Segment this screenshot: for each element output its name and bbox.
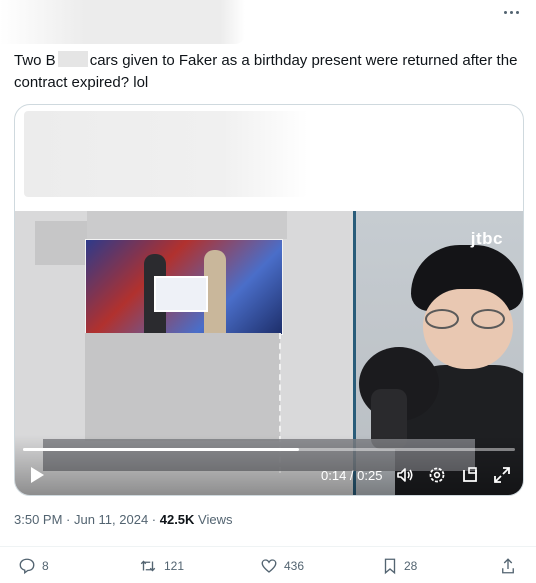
post-meta: 3:50 PM · Jun 11, 2024 · 42.5K Views [14,512,233,527]
timestamp[interactable]: 3:50 PM · Jun 11, 2024 · [14,512,160,527]
glasses [423,309,515,329]
inset-screen [154,276,208,312]
share-icon [502,558,514,574]
repost-count: 121 [164,559,185,573]
like-button[interactable]: 436 [260,557,304,575]
bookmark-button[interactable]: 28 [382,557,417,575]
play-icon[interactable] [27,465,47,485]
more-options-button[interactable] [496,2,526,22]
miniplayer-icon[interactable] [460,465,480,485]
video-player[interactable]: jtbc 0:14 / 0:25 [15,211,523,495]
fullscreen-icon[interactable] [492,465,512,485]
reply-button[interactable]: 8 [18,557,49,575]
video-controls: 0:14 / 0:25 [15,435,523,495]
redacted-word [57,51,88,67]
bookmark-count: 28 [404,559,418,573]
repost-button[interactable]: 121 [138,557,184,575]
more-icon [503,10,507,14]
views-label: Views [194,512,233,527]
settings-icon[interactable] [427,465,447,485]
reply-icon [19,558,35,575]
share-button[interactable] [500,557,522,575]
action-bar: 8 121 436 28 [0,546,536,583]
redacted-middle-area [85,333,280,441]
inset-video-frame [85,239,283,335]
redacted-card-title [24,111,308,197]
tweet-text-start: Two B [14,52,56,69]
redacted-small-area [35,221,87,265]
redacted-author-header [0,0,245,44]
views-count: 42.5K [159,512,195,527]
media-card: jtbc 0:14 / 0:25 [14,104,524,496]
volume-icon[interactable] [395,465,415,485]
progress-bar[interactable] [23,448,515,451]
video-time: 0:14 / 0:25 [321,468,383,483]
bookmark-icon [384,558,396,575]
progress-fill [23,448,299,451]
channel-logo: jtbc [470,229,503,248]
repost-icon [140,560,156,572]
reply-count: 8 [42,559,49,573]
tweet-text-rest: cars given to Faker as a birthday presen… [14,52,518,91]
like-count: 436 [284,559,305,573]
like-icon [261,559,277,573]
redacted-top-area [87,211,287,239]
tweet-text: Two Bcars given to Faker as a birthday p… [14,50,524,94]
